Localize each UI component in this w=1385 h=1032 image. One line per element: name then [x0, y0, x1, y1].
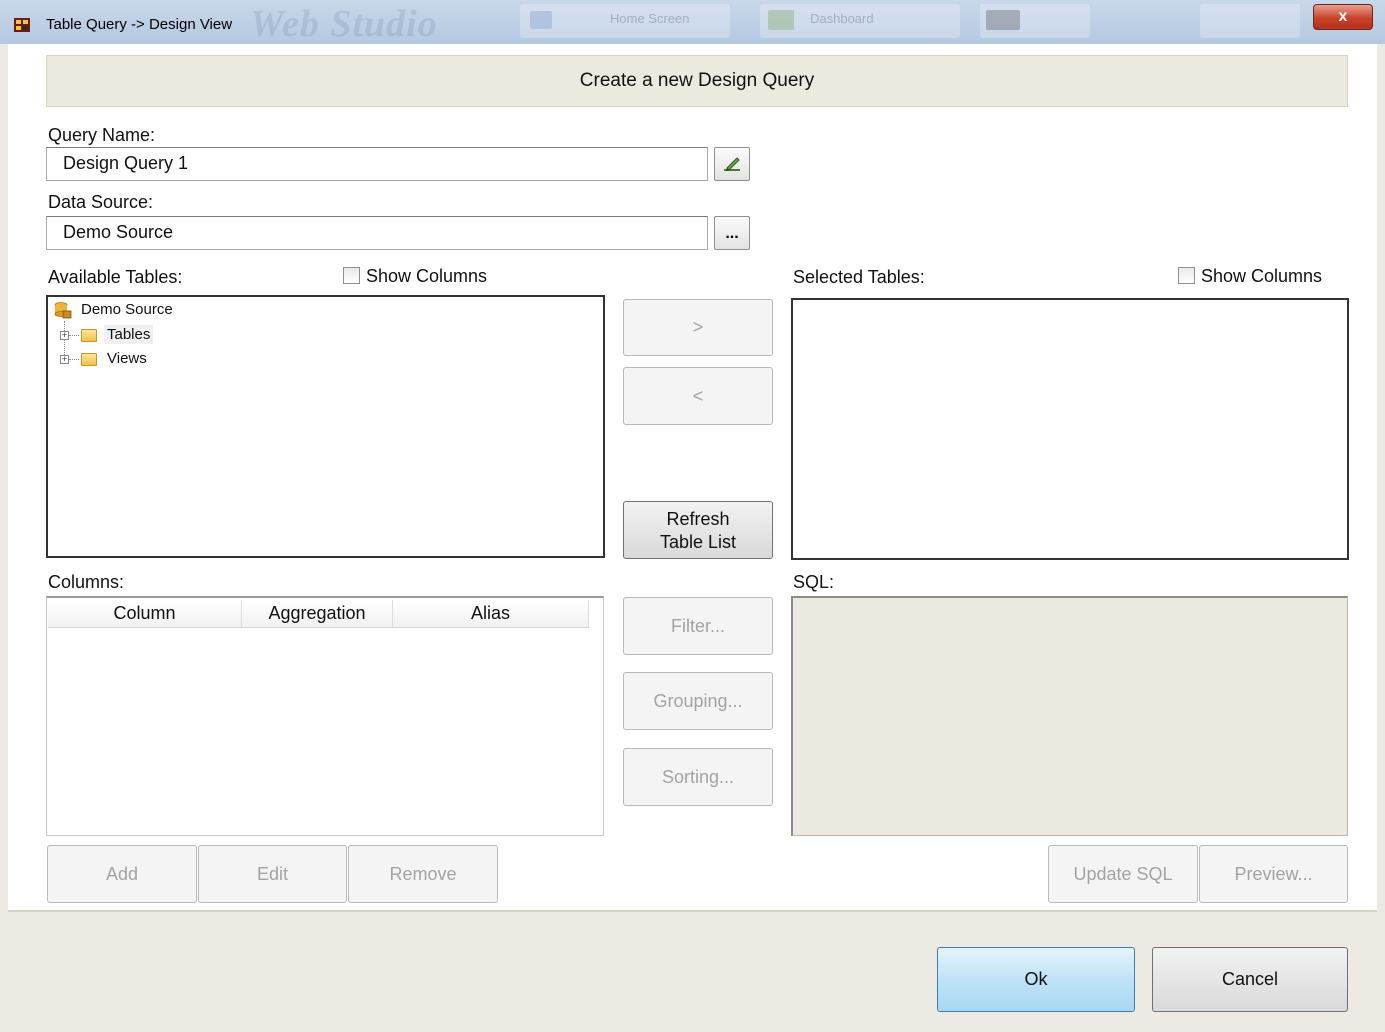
filter-button[interactable]: Filter...: [623, 597, 773, 655]
column-header-aggregation[interactable]: Aggregation: [242, 600, 393, 628]
query-name-input[interactable]: Design Query 1: [46, 147, 708, 181]
refresh-table-list-button[interactable]: Refresh Table List: [623, 501, 773, 559]
remove-column-button[interactable]: Remove: [348, 845, 498, 903]
tree-root-label[interactable]: Demo Source: [81, 301, 173, 318]
column-header-alias[interactable]: Alias: [393, 600, 589, 628]
selected-show-columns-label: Show Columns: [1201, 266, 1323, 286]
selected-tables-label: Selected Tables:: [793, 267, 925, 287]
expand-icon[interactable]: +: [60, 355, 69, 364]
available-show-columns-checkbox[interactable]: [343, 267, 360, 284]
background-tab-label: Dashboard: [810, 11, 874, 26]
columns-grid[interactable]: [46, 596, 604, 836]
database-icon: [54, 302, 72, 319]
close-button[interactable]: x: [1313, 4, 1373, 30]
table-query-icon: [14, 18, 30, 32]
selected-show-columns-checkbox[interactable]: [1178, 267, 1195, 284]
background-app-tab: Home Screen: [520, 4, 730, 38]
dashboard-icon: [768, 10, 794, 30]
cancel-button[interactable]: Cancel: [1152, 947, 1348, 1012]
folder-icon: [81, 329, 97, 342]
ellipsis-icon: ...: [725, 225, 739, 242]
browse-data-source-button[interactable]: ...: [714, 216, 750, 250]
title-bar[interactable]: Home Screen Dashboard Web Studio Table Q…: [0, 0, 1385, 45]
grid-icon: [986, 10, 1020, 30]
tree-connector: [69, 335, 79, 336]
background-app-tab: Dashboard: [760, 4, 960, 38]
available-tables-tree[interactable]: Demo Source + Tables + Views: [46, 295, 605, 558]
tree-connector: [69, 359, 79, 360]
expand-icon[interactable]: +: [60, 331, 69, 340]
close-icon: x: [1338, 8, 1348, 25]
add-table-button[interactable]: >: [623, 299, 773, 356]
sorting-button[interactable]: Sorting...: [623, 748, 773, 806]
sql-label: SQL:: [793, 572, 835, 592]
page-title: Create a new Design Query: [579, 70, 815, 91]
dialog-window: Home Screen Dashboard Web Studio Table Q…: [0, 0, 1385, 1032]
window-title: Table Query -> Design View: [46, 16, 233, 33]
update-sql-button[interactable]: Update SQL: [1048, 845, 1198, 903]
available-show-columns-label: Show Columns: [366, 266, 488, 286]
background-app-logo: Web Studio: [250, 3, 438, 45]
ok-button[interactable]: Ok: [937, 947, 1135, 1012]
columns-label: Columns:: [48, 572, 125, 592]
refresh-label-line2: Table List: [659, 532, 737, 552]
folder-icon: [81, 353, 97, 366]
selected-tables-list[interactable]: [791, 298, 1349, 560]
background-app-tab: [980, 4, 1090, 38]
query-name-label: Query Name:: [48, 125, 156, 145]
remove-table-button[interactable]: <: [623, 367, 773, 425]
data-source-input[interactable]: Demo Source: [46, 216, 708, 250]
refresh-label-line1: Refresh: [666, 509, 730, 529]
edit-column-button[interactable]: Edit: [198, 845, 347, 903]
add-column-button[interactable]: Add: [47, 845, 197, 903]
tree-item-tables[interactable]: Tables: [104, 325, 154, 344]
available-tables-label: Available Tables:: [48, 267, 183, 287]
column-header-column[interactable]: Column: [48, 600, 242, 628]
data-source-label: Data Source:: [48, 192, 154, 212]
sql-textarea[interactable]: [791, 596, 1348, 836]
home-icon: [530, 11, 552, 29]
background-app-tab: [1200, 4, 1300, 38]
preview-button[interactable]: Preview...: [1199, 845, 1348, 903]
grouping-button[interactable]: Grouping...: [623, 672, 773, 730]
rename-button[interactable]: [714, 147, 750, 181]
background-tab-label: Home Screen: [610, 11, 690, 26]
tree-item-views[interactable]: Views: [107, 350, 147, 367]
pencil-icon: [724, 157, 740, 171]
